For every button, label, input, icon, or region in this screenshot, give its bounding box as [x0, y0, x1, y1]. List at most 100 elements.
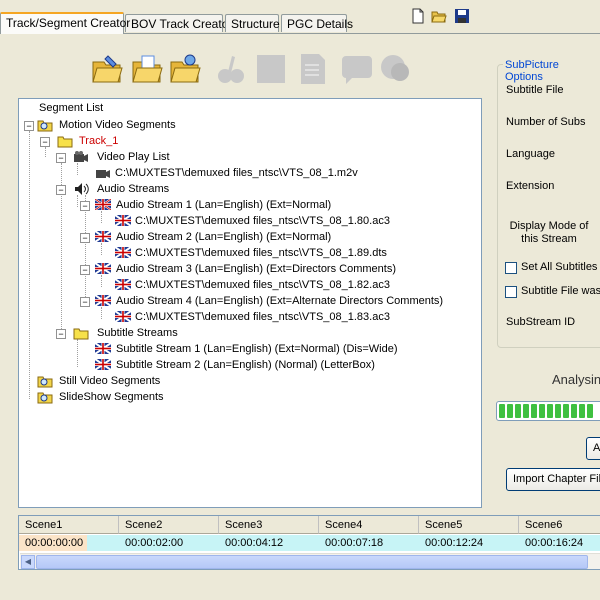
subpicture-options-title: SubPicture Options	[503, 59, 600, 83]
tree-node-still-video[interactable]: Still Video Segments	[19, 373, 479, 389]
open-folder-add-icon[interactable]	[168, 52, 202, 86]
progress-segment	[531, 404, 537, 418]
scene-cell[interactable]: 00:00:16:24	[519, 535, 600, 551]
open-folder-edit-icon[interactable]	[90, 52, 124, 86]
video-file-icon	[96, 170, 110, 178]
number-of-subs-label: Number of Subs	[506, 116, 586, 128]
scene-header[interactable]: Scene1	[19, 516, 119, 534]
scene-header[interactable]: Scene4	[319, 516, 419, 534]
tree-node-slideshow[interactable]: SlideShow Segments	[19, 389, 479, 405]
scrollbar-thumb[interactable]	[36, 555, 588, 569]
progress-segment	[579, 404, 585, 418]
scene-cell[interactable]: 00:00:12:24	[419, 535, 519, 551]
tree-node-video-play-list[interactable]: − Video Play List	[19, 149, 479, 165]
scene-header[interactable]: Scene5	[419, 516, 519, 534]
analysis-progress-bar	[496, 401, 600, 421]
uk-flag-icon	[115, 247, 131, 258]
tree-node-subtitle-streams[interactable]: − Subtitle Streams	[19, 325, 479, 341]
a-button[interactable]: A	[586, 437, 600, 460]
scene-grid[interactable]: Scene1 Scene2 Scene3 Scene4 Scene5 Scene…	[18, 515, 600, 570]
document-icon-disabled	[301, 54, 325, 84]
collapse-icon[interactable]: −	[56, 153, 66, 163]
uk-flag-icon	[95, 263, 111, 274]
scene-cell[interactable]: 00:00:07:18	[319, 535, 419, 551]
tab-pgc-details[interactable]: PGC Details	[281, 14, 353, 32]
tab-track-segment-creator[interactable]: Track/Segment Creator	[0, 12, 130, 34]
tree-node-audio-file-2[interactable]: C:\MUXTEST\demuxed files_ntsc\VTS_08_1.8…	[19, 245, 479, 261]
audio-icon-disabled	[218, 56, 244, 83]
subtitle-file-was-checkbox[interactable]	[505, 286, 517, 298]
tree-node-motion-video[interactable]: − Motion Video Segments	[19, 117, 479, 133]
chapter-icon-disabled	[381, 55, 409, 81]
collapse-icon[interactable]: −	[40, 137, 50, 147]
folder-search-icon	[37, 376, 53, 388]
progress-segment	[571, 404, 577, 418]
collapse-icon[interactable]: −	[80, 297, 90, 307]
substream-id-label: SubStream ID	[506, 316, 576, 328]
scene-header[interactable]: Scene2	[119, 516, 219, 534]
subtitle-icon-disabled	[342, 56, 372, 84]
scene-cell[interactable]: 00:00:04:12	[219, 535, 319, 551]
tree-node-audio-streams[interactable]: − Audio Streams	[19, 181, 479, 197]
open-folder-doc-icon[interactable]	[130, 52, 164, 86]
progress-fill	[499, 404, 600, 418]
tree-node-track-1[interactable]: − Track_1	[19, 133, 479, 149]
tree-node-audio-file-1[interactable]: C:\MUXTEST\demuxed files_ntsc\VTS_08_1.8…	[19, 213, 479, 229]
scene-cell-fill	[87, 535, 119, 551]
analysing-status: Analysin	[552, 372, 600, 387]
uk-flag-icon	[95, 295, 111, 306]
uk-flag-icon	[95, 359, 111, 370]
set-all-subtitles-checkbox[interactable]	[505, 262, 517, 274]
scene-header[interactable]: Scene3	[219, 516, 319, 534]
tab-bar: Track/Segment Creator BOV Track Creator …	[0, 0, 600, 34]
tree-node-audio-file-4[interactable]: C:\MUXTEST\demuxed files_ntsc\VTS_08_1.8…	[19, 309, 479, 325]
new-file-icon[interactable]	[410, 8, 426, 24]
progress-segment	[539, 404, 545, 418]
collapse-icon[interactable]: −	[80, 233, 90, 243]
tab-structure[interactable]: Structure	[225, 14, 280, 32]
language-label: Language	[506, 148, 555, 160]
uk-flag-icon	[95, 343, 111, 354]
tree-node-audio-stream-3[interactable]: − Audio Stream 3 (Lan=English) (Ext=Dire…	[19, 261, 479, 277]
scroll-left-icon[interactable]: ◀	[21, 555, 35, 569]
progress-segment	[499, 404, 505, 418]
scene-cell[interactable]: 00:00:02:00	[119, 535, 219, 551]
subtitle-file-was-label: Subtitle File was	[521, 285, 600, 297]
collapse-icon[interactable]: −	[80, 265, 90, 275]
tree-node-subtitle-stream-2[interactable]: Subtitle Stream 2 (Lan=English) (Normal)…	[19, 357, 479, 373]
uk-flag-icon	[95, 199, 111, 210]
speaker-icon	[75, 183, 89, 195]
uk-flag-icon	[95, 231, 111, 242]
tree-node-audio-stream-2[interactable]: − Audio Stream 2 (Lan=English) (Ext=Norm…	[19, 229, 479, 245]
save-disk-icon[interactable]	[454, 8, 470, 24]
collapse-icon[interactable]: −	[80, 201, 90, 211]
tab-bov-track-creator[interactable]: BOV Track Creator	[125, 14, 232, 32]
collapse-icon[interactable]: −	[24, 121, 34, 131]
video-camera-icon	[74, 151, 88, 162]
segment-tree[interactable]: Segment List − Motion Video Segments − T…	[18, 98, 482, 508]
progress-segment	[523, 404, 529, 418]
collapse-icon[interactable]: −	[56, 185, 66, 195]
open-folder-icon[interactable]	[431, 8, 447, 24]
tree-node-video-file[interactable]: C:\MUXTEST\demuxed files_ntsc\VTS_08_1.m…	[19, 165, 479, 181]
subtitle-folder-icon	[73, 328, 89, 340]
stop-icon-disabled	[257, 55, 285, 83]
tree-node-subtitle-stream-1[interactable]: Subtitle Stream 1 (Lan=English) (Ext=Nor…	[19, 341, 479, 357]
extension-label: Extension	[506, 180, 555, 192]
scene-header[interactable]: Scene6	[519, 516, 600, 534]
subtitle-file-label: Subtitle File	[506, 84, 564, 96]
subpicture-options-group	[497, 64, 600, 348]
progress-segment	[587, 404, 593, 418]
import-chapter-file-button[interactable]: Import Chapter File	[506, 468, 600, 491]
horizontal-scrollbar[interactable]: ◀	[20, 553, 600, 569]
set-all-subtitles-label: Set All Subtitles i	[521, 261, 600, 273]
scene-cell[interactable]: 00:00:00:00	[19, 535, 87, 551]
uk-flag-icon	[115, 215, 131, 226]
tree-node-audio-file-3[interactable]: C:\MUXTEST\demuxed files_ntsc\VTS_08_1.8…	[19, 277, 479, 293]
collapse-icon[interactable]: −	[56, 329, 66, 339]
tree-node-audio-stream-4[interactable]: − Audio Stream 4 (Lan=English) (Ext=Alte…	[19, 293, 479, 309]
tree-node-audio-stream-1[interactable]: − Audio Stream 1 (Lan=English) (Ext=Norm…	[19, 197, 479, 213]
progress-segment	[547, 404, 553, 418]
progress-segment	[563, 404, 569, 418]
uk-flag-icon	[115, 311, 131, 322]
